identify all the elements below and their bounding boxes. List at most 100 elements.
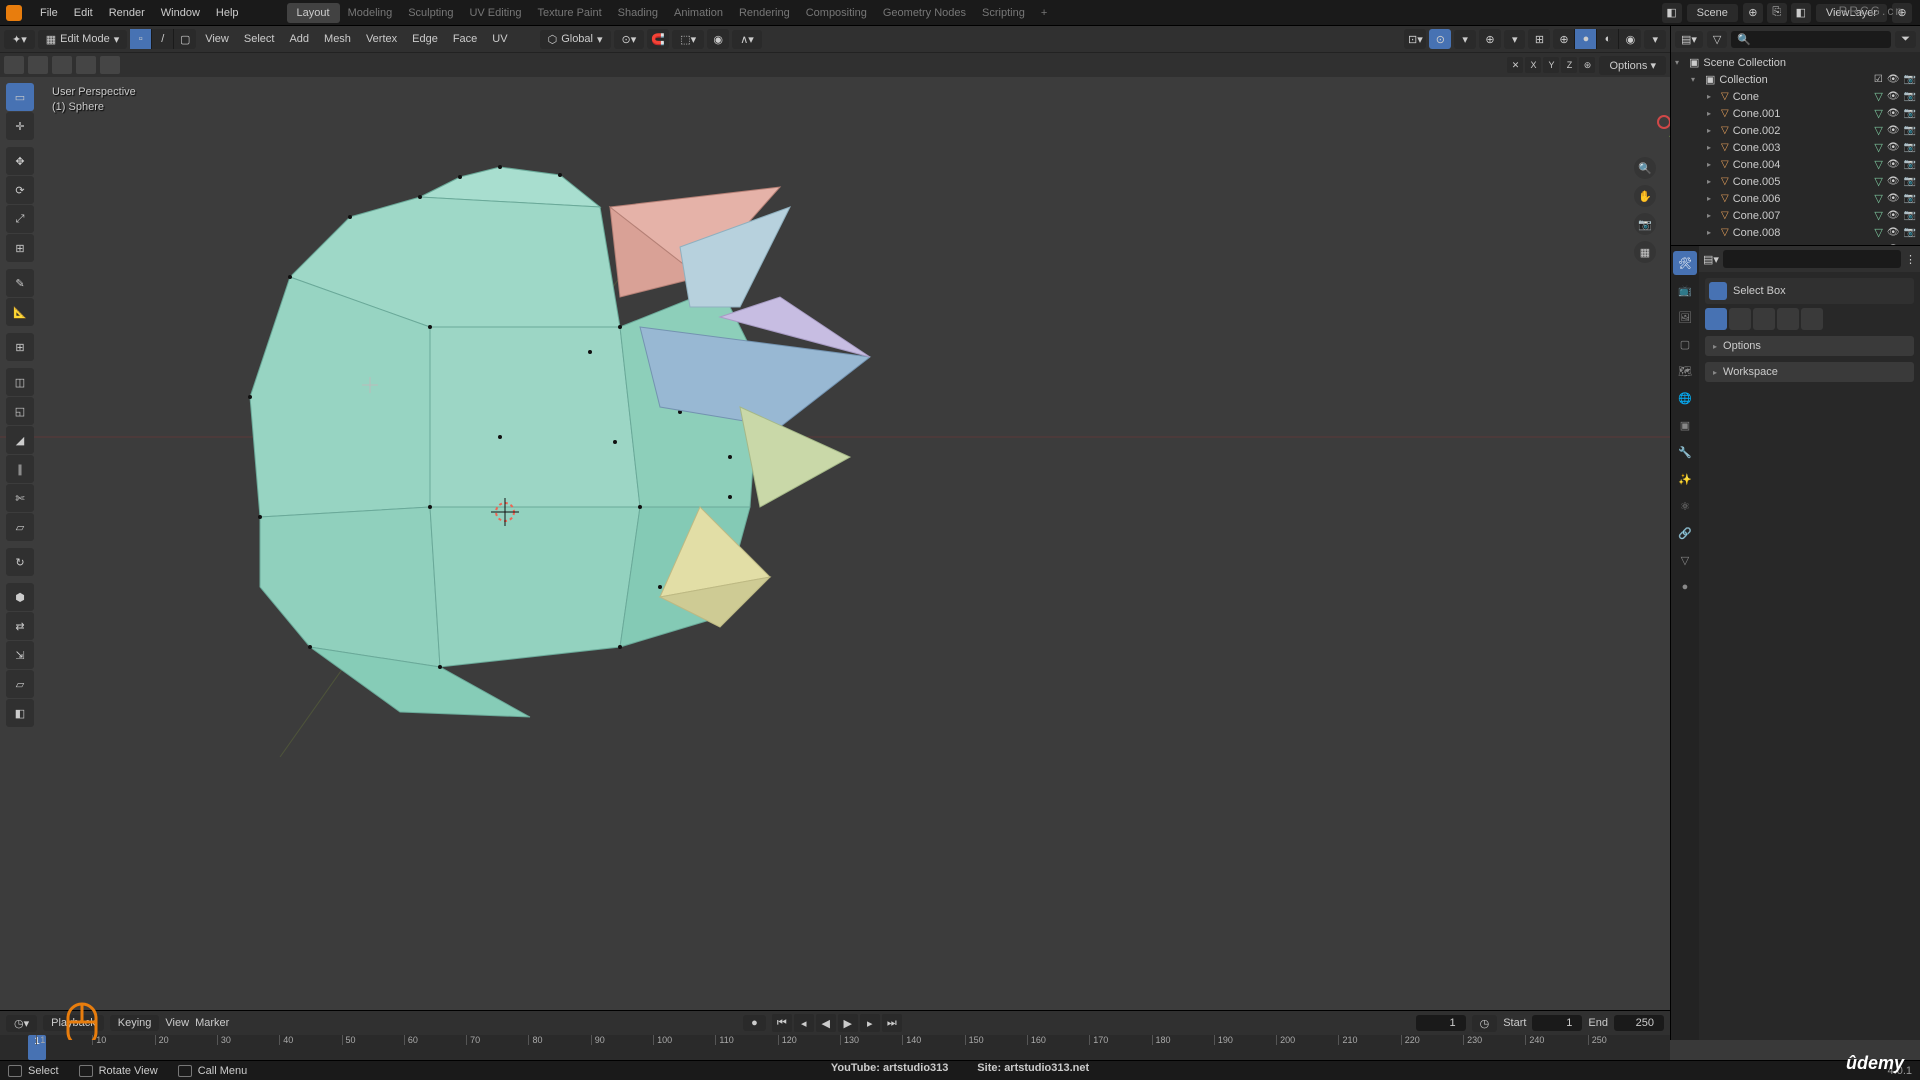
annotate-tool[interactable]: ✎ (6, 269, 34, 297)
menu-window[interactable]: Window (153, 3, 208, 23)
props-search[interactable] (1723, 250, 1901, 268)
sel-mode-intersect[interactable] (1801, 308, 1823, 330)
orientation-selector[interactable]: ⬡Global▾ (540, 30, 611, 49)
tab-compositing[interactable]: Compositing (798, 3, 875, 23)
sel-mode-new[interactable] (1705, 308, 1727, 330)
outliner-item[interactable]: ▸▽Cone.004▽👁📷 (1671, 156, 1920, 173)
jump-start-icon[interactable]: ⏮ (772, 1014, 792, 1032)
tab-shading[interactable]: Shading (610, 3, 666, 23)
current-frame[interactable]: 1 (1416, 1015, 1466, 1031)
disable-render-icon[interactable]: 📷 (1904, 159, 1916, 170)
disable-render-icon[interactable]: 📷 (1904, 142, 1916, 153)
tab-animation[interactable]: Animation (666, 3, 731, 23)
sel-tool-icon1[interactable] (4, 56, 24, 74)
sel-tool-icon2[interactable] (28, 56, 48, 74)
hide-icon[interactable]: 👁 (1887, 193, 1900, 204)
prop-tab-particles[interactable]: ✨ (1673, 467, 1697, 491)
vp-menu-uv[interactable]: UV (486, 30, 513, 48)
prop-tab-object[interactable]: ▣ (1673, 413, 1697, 437)
tab-rendering[interactable]: Rendering (731, 3, 798, 23)
viewport-canvas[interactable]: ▭ ✛ ✥ ⟳ ⤢ ⊞ ✎ 📐 ⊞ ◫ ◱ ◢ ∥ ✄ ▱ ↻ ⬢ ⇄ ⇲ ▱ (0, 77, 1670, 1040)
pan-icon[interactable]: ✋ (1634, 185, 1656, 207)
scene-copy-icon[interactable]: ⎘ (1767, 3, 1787, 23)
restrict-select-icon[interactable]: ☑ (1874, 74, 1883, 85)
mirror-x[interactable]: X (1525, 57, 1541, 73)
sel-mode-subtract[interactable] (1753, 308, 1775, 330)
prop-tab-render[interactable]: 📺 (1673, 278, 1697, 302)
perspective-toggle-icon[interactable]: ▦ (1634, 241, 1656, 263)
scene-browse-icon[interactable]: ◧ (1662, 3, 1682, 23)
shrink-tool[interactable]: ⇲ (6, 641, 34, 669)
disable-render-icon[interactable]: 📷 (1904, 244, 1916, 245)
sel-mode-invert[interactable] (1777, 308, 1799, 330)
snap-toggle[interactable]: 🧲 (647, 29, 669, 49)
shading-wireframe-icon[interactable]: ⊕ (1553, 29, 1575, 49)
gizmo-options[interactable]: ▾ (1454, 30, 1476, 49)
auto-merge-icon[interactable]: ⊛ (1579, 57, 1595, 73)
timeline-marker[interactable]: Marker (195, 1017, 229, 1029)
hide-icon[interactable]: 👁 (1887, 176, 1900, 187)
tab-modeling[interactable]: Modeling (340, 3, 401, 23)
frame-sync-icon[interactable]: ◷ (1472, 1015, 1498, 1032)
prop-tab-viewlayer[interactable]: ▢ (1673, 332, 1697, 356)
viewlayer-browse-icon[interactable]: ◧ (1791, 3, 1811, 23)
disable-render-icon[interactable]: 📷 (1904, 125, 1916, 136)
smooth-tool[interactable]: ⬢ (6, 583, 34, 611)
mesh-edit-mode-icon[interactable]: ⊡▾ (1404, 29, 1426, 49)
scene-selector[interactable]: Scene (1687, 4, 1738, 22)
prop-tab-world[interactable]: 🌐 (1673, 386, 1697, 410)
snap-options[interactable]: ⬚▾ (672, 30, 704, 49)
xray-toggle[interactable]: ⊞ (1528, 29, 1550, 49)
inset-tool[interactable]: ◱ (6, 397, 34, 425)
hide-icon[interactable]: 👁 (1887, 125, 1900, 136)
face-select-icon[interactable]: ▢ (174, 29, 196, 49)
keyframe-prev-icon[interactable]: ◂ (794, 1014, 814, 1032)
select-box-tool[interactable]: ▭ (6, 83, 34, 111)
show-gizmo-toggle[interactable]: ⊙ (1429, 29, 1451, 49)
edge-slide-tool[interactable]: ⇄ (6, 612, 34, 640)
camera-view-icon[interactable]: 📷 (1634, 213, 1656, 235)
props-editor-type[interactable]: ▤▾ (1703, 253, 1719, 266)
hide-icon[interactable]: 👁 (1887, 108, 1900, 119)
hide-icon[interactable]: 👁 (1887, 142, 1900, 153)
prop-tab-tool[interactable]: 🛠 (1673, 251, 1697, 275)
prop-tab-output[interactable]: 🖼 (1673, 305, 1697, 329)
scale-tool[interactable]: ⤢ (6, 205, 34, 233)
menu-file[interactable]: File (32, 3, 66, 23)
outliner-item[interactable]: ▸▽Cone▽👁📷 (1671, 88, 1920, 105)
measure-tool[interactable]: 📐 (6, 298, 34, 326)
shading-matprev-icon[interactable]: ◐ (1597, 29, 1619, 49)
knife-tool[interactable]: ✄ (6, 484, 34, 512)
rotate-tool[interactable]: ⟳ (6, 176, 34, 204)
disable-render-icon[interactable]: 📷 (1904, 91, 1916, 102)
tab-geometry-nodes[interactable]: Geometry Nodes (875, 3, 974, 23)
poly-build-tool[interactable]: ▱ (6, 513, 34, 541)
prop-tab-physics[interactable]: ⚛ (1673, 494, 1697, 518)
outliner-item[interactable]: ▸▽Cone.007▽👁📷 (1671, 207, 1920, 224)
prop-tab-constraints[interactable]: 🔗 (1673, 521, 1697, 545)
jump-end-icon[interactable]: ⏭ (882, 1014, 902, 1032)
hide-icon[interactable]: 👁 (1887, 244, 1900, 245)
extrude-tool[interactable]: ◫ (6, 368, 34, 396)
prop-tab-material[interactable]: ● (1673, 575, 1697, 599)
vp-menu-edge[interactable]: Edge (406, 30, 444, 48)
edge-select-icon[interactable]: / (152, 29, 174, 49)
outliner-display-mode[interactable]: ▤▾ (1675, 31, 1703, 48)
disable-render-icon[interactable]: 📷 (1904, 210, 1916, 221)
menu-help[interactable]: Help (208, 3, 247, 23)
props-options-icon[interactable]: ⋮ (1905, 253, 1916, 266)
bevel-tool[interactable]: ◢ (6, 426, 34, 454)
tab-sculpting[interactable]: Sculpting (400, 3, 461, 23)
outliner-scene-collection[interactable]: ▾▣Scene Collection (1671, 54, 1920, 71)
cursor-tool[interactable]: ✛ (6, 112, 34, 140)
hide-icon[interactable]: 👁 (1887, 159, 1900, 170)
vertex-select-icon[interactable]: ▫ (130, 29, 152, 49)
prop-tab-scene[interactable]: 🗺 (1673, 359, 1697, 383)
rip-tool[interactable]: ◧ (6, 699, 34, 727)
keyframe-next-icon[interactable]: ▸ (860, 1014, 880, 1032)
outliner-item[interactable]: ▸▽Cone.008▽👁📷 (1671, 224, 1920, 241)
hide-icon[interactable]: 👁 (1887, 91, 1900, 102)
overlays-toggle[interactable]: ⊕ (1479, 29, 1501, 49)
shading-options[interactable]: ▾ (1644, 30, 1666, 49)
vp-menu-select[interactable]: Select (238, 30, 281, 48)
